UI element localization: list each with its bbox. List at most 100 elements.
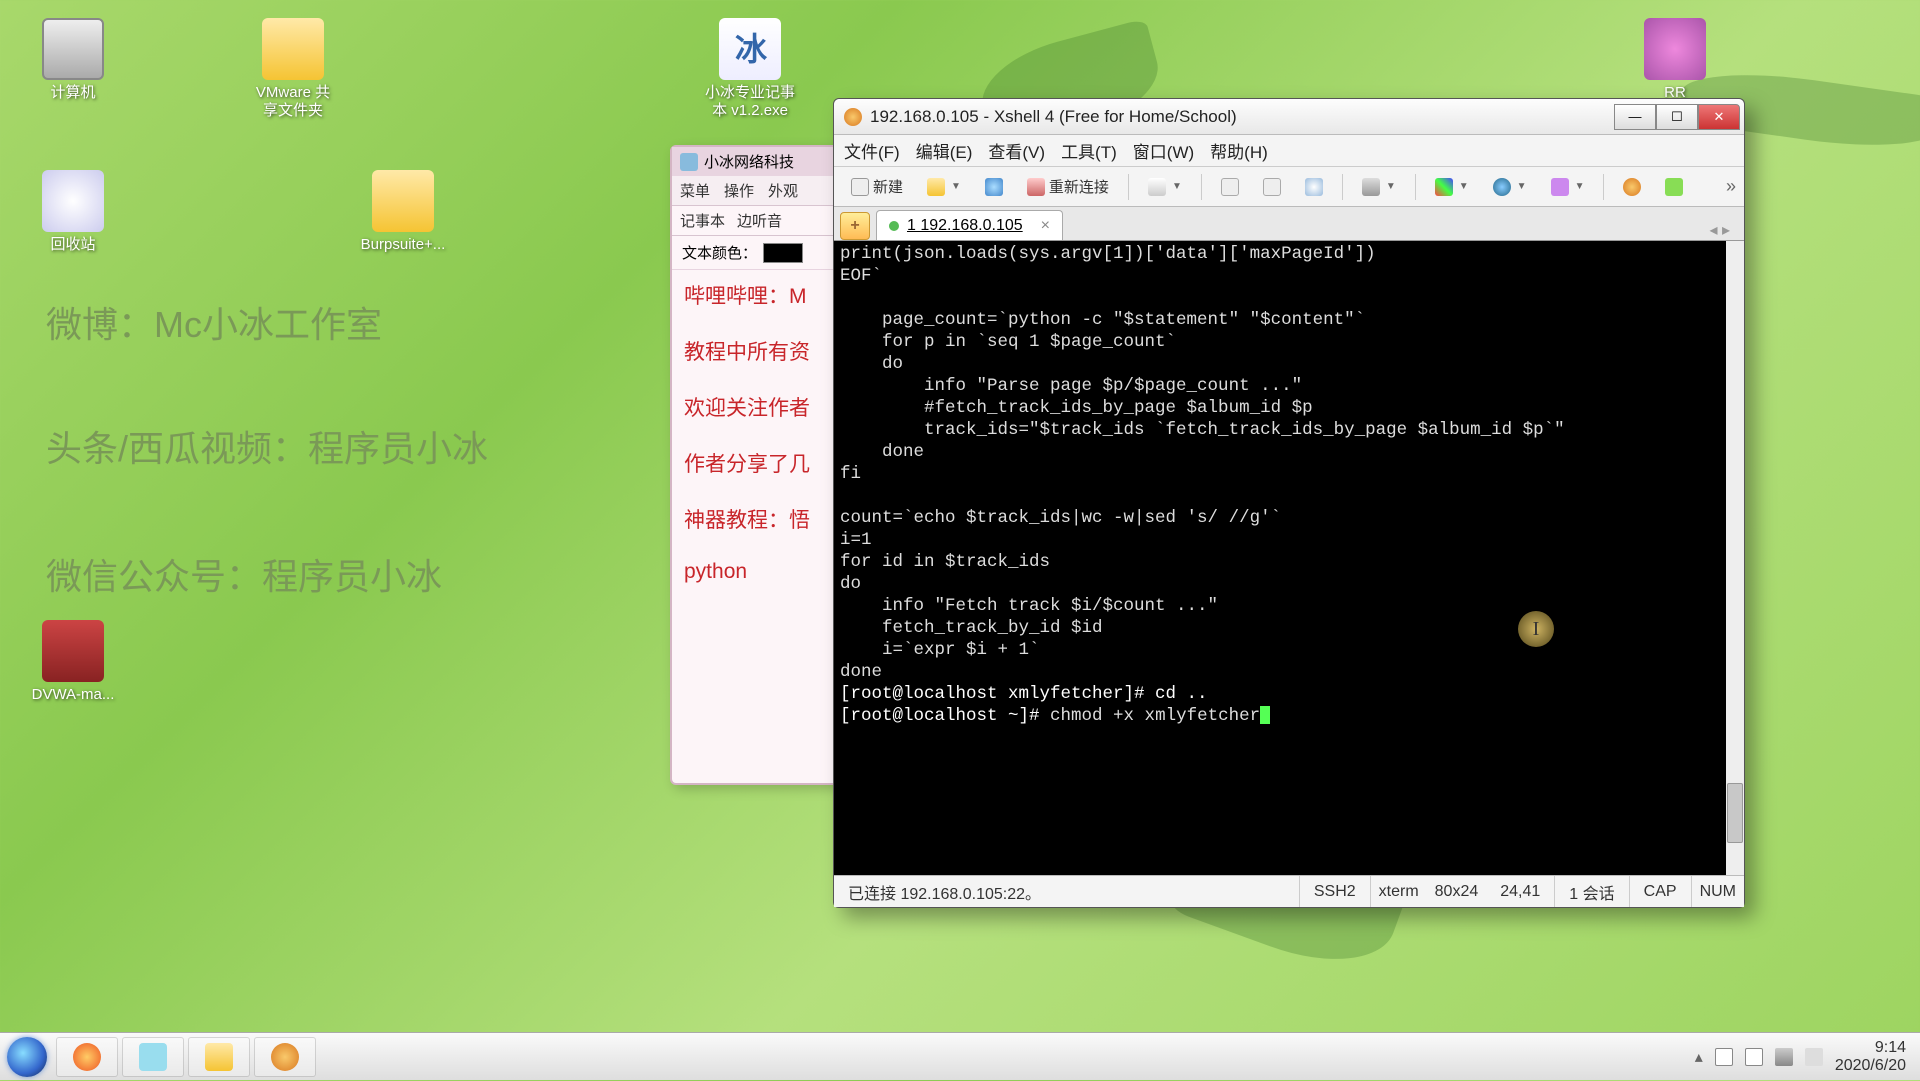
color-swatch[interactable]	[763, 243, 803, 263]
font-button[interactable]: ▼	[1542, 173, 1594, 201]
taskbar[interactable]: ▴ 9:14 2020/6/20	[0, 1032, 1920, 1080]
xshell-titlebar[interactable]: 192.168.0.105 - Xshell 4 (Free for Home/…	[834, 99, 1744, 135]
tab-label: 1 192.168.0.105	[907, 217, 1023, 235]
watermark-weibo: 微博：Mc小冰工作室	[46, 296, 382, 348]
reconnect-button[interactable]: 重新连接	[1018, 171, 1118, 202]
status-dot-icon	[889, 221, 899, 231]
terminal-scrollbar[interactable]	[1726, 241, 1744, 875]
color-icon	[1435, 178, 1453, 196]
tab-listen[interactable]: 边听音	[737, 210, 782, 231]
desktop-icon-vmware-share[interactable]: VMware 共 享文件夹	[238, 18, 348, 120]
tray-volume-icon[interactable]	[1805, 1048, 1823, 1066]
open-button[interactable]: ▼	[918, 173, 970, 201]
menu-file[interactable]: 文件(F)	[844, 138, 900, 163]
session-tab[interactable]: 1 192.168.0.105 ×	[876, 210, 1063, 240]
icon-label: 小冰专业记事 本 v1.2.exe	[695, 84, 805, 120]
xshell-icon	[271, 1043, 299, 1071]
taskbar-item-explorer[interactable]	[188, 1037, 250, 1077]
taskbar-item-xshell[interactable]	[254, 1037, 316, 1077]
menu-item[interactable]: 菜单	[680, 180, 710, 201]
find-button[interactable]	[1296, 173, 1332, 201]
tab-notepad[interactable]: 记事本	[680, 210, 725, 231]
tray-flag-icon[interactable]	[1745, 1048, 1763, 1066]
desktop-icon-dvwa[interactable]: DVWA-ma...	[18, 620, 128, 704]
tray-clock[interactable]: 9:14 2020/6/20	[1835, 1039, 1906, 1074]
separator	[1603, 174, 1604, 200]
status-protocol: SSH2	[1300, 876, 1371, 907]
icon-label: Burpsuite+...	[348, 236, 458, 254]
menu-view[interactable]: 查看(V)	[988, 138, 1045, 163]
link-icon	[985, 178, 1003, 196]
folder-icon	[372, 170, 434, 232]
start-button[interactable]	[0, 1033, 54, 1081]
tray-overflow-icon[interactable]: ▴	[1695, 1047, 1703, 1067]
clock-icon	[1644, 18, 1706, 80]
xshell-app-icon	[844, 108, 862, 126]
properties-button[interactable]: ▼	[1139, 173, 1191, 201]
font-icon	[1551, 178, 1569, 196]
maximize-button[interactable]: ☐	[1656, 104, 1698, 130]
separator	[1415, 174, 1416, 200]
windows-logo-icon	[7, 1037, 47, 1077]
explorer-icon	[205, 1043, 233, 1071]
tab-nav[interactable]: ◂ ▸	[1701, 220, 1738, 240]
new-session-button[interactable]: 新建	[842, 171, 912, 202]
menu-tools[interactable]: 工具(T)	[1061, 138, 1117, 163]
xshell-toolbar: 新建 ▼ 重新连接 ▼ ▼ ▼ ▼ ▼ »	[834, 167, 1744, 207]
menu-help[interactable]: 帮助(H)	[1210, 138, 1268, 163]
status-connection: 已连接 192.168.0.105:22。	[834, 876, 1300, 907]
color-scheme-button[interactable]: ▼	[1426, 173, 1478, 201]
toolbar-overflow[interactable]: »	[1726, 176, 1736, 197]
cursor-highlight-icon: I	[1518, 611, 1554, 647]
minimize-button[interactable]: —	[1614, 104, 1656, 130]
paste-button[interactable]	[1254, 173, 1290, 201]
check-icon	[1665, 178, 1683, 196]
status-cursor-pos: 24,41	[1486, 876, 1555, 907]
taskbar-item-notes[interactable]	[122, 1037, 184, 1077]
copy-icon	[1221, 178, 1239, 196]
desktop-icon-rr[interactable]: RR	[1620, 18, 1730, 102]
color-label: 文本颜色：	[682, 242, 757, 263]
globe-button[interactable]: ▼	[1484, 173, 1536, 201]
xshell-statusbar: 已连接 192.168.0.105:22。 SSH2 xterm 80x24 2…	[834, 875, 1744, 907]
icon-label: 回收站	[18, 236, 128, 254]
terminal-cursor	[1260, 706, 1270, 724]
menu-window[interactable]: 窗口(W)	[1133, 138, 1194, 163]
xshell-menubar: 文件(F) 编辑(E) 查看(V) 工具(T) 窗口(W) 帮助(H)	[834, 135, 1744, 167]
tray-network-icon[interactable]	[1775, 1048, 1793, 1066]
separator	[1342, 174, 1343, 200]
tray-action-center-icon[interactable]	[1715, 1048, 1733, 1066]
watermark-wechat: 微信公众号：程序员小冰	[46, 548, 442, 600]
xshell-window[interactable]: 192.168.0.105 - Xshell 4 (Free for Home/…	[833, 98, 1745, 908]
copy-button[interactable]	[1212, 173, 1248, 201]
xshell-title: 192.168.0.105 - Xshell 4 (Free for Home/…	[870, 107, 1614, 127]
terminal-output: print(json.loads(sys.argv[1])['data']['m…	[840, 243, 1738, 683]
desktop-icon-computer[interactable]: 计算机	[18, 18, 128, 102]
close-button[interactable]: ✕	[1698, 104, 1740, 130]
swirl-button[interactable]	[1614, 173, 1650, 201]
desktop-icon-recycle[interactable]: 回收站	[18, 170, 128, 254]
reconnect-icon	[1027, 178, 1045, 196]
icon-label: DVWA-ma...	[18, 686, 128, 704]
tray-time-text: 9:14	[1835, 1039, 1906, 1057]
menu-item[interactable]: 外观	[768, 180, 798, 201]
notes-icon	[139, 1043, 167, 1071]
watermark-toutiao: 头条/西瓜视频：程序员小冰	[46, 420, 488, 472]
taskbar-item-firefox[interactable]	[56, 1037, 118, 1077]
check-button[interactable]	[1656, 173, 1692, 201]
status-term: xterm	[1371, 883, 1427, 901]
tray-date-text: 2020/6/20	[1835, 1057, 1906, 1075]
globe-icon	[1493, 178, 1511, 196]
app-icon	[680, 153, 698, 171]
terminal[interactable]: print(json.loads(sys.argv[1])['data']['m…	[834, 241, 1744, 875]
exe-icon: 冰	[719, 18, 781, 80]
print-button[interactable]: ▼	[1353, 173, 1405, 201]
new-tab-button[interactable]: +	[840, 212, 870, 240]
desktop-icon-burp[interactable]: Burpsuite+...	[348, 170, 458, 254]
menu-item[interactable]: 操作	[724, 180, 754, 201]
close-tab-icon[interactable]: ×	[1041, 217, 1050, 235]
menu-edit[interactable]: 编辑(E)	[916, 138, 973, 163]
desktop-icon-notes-exe[interactable]: 冰 小冰专业记事 本 v1.2.exe	[695, 18, 805, 120]
connect-button[interactable]	[976, 173, 1012, 201]
scrollbar-thumb[interactable]	[1727, 783, 1743, 843]
